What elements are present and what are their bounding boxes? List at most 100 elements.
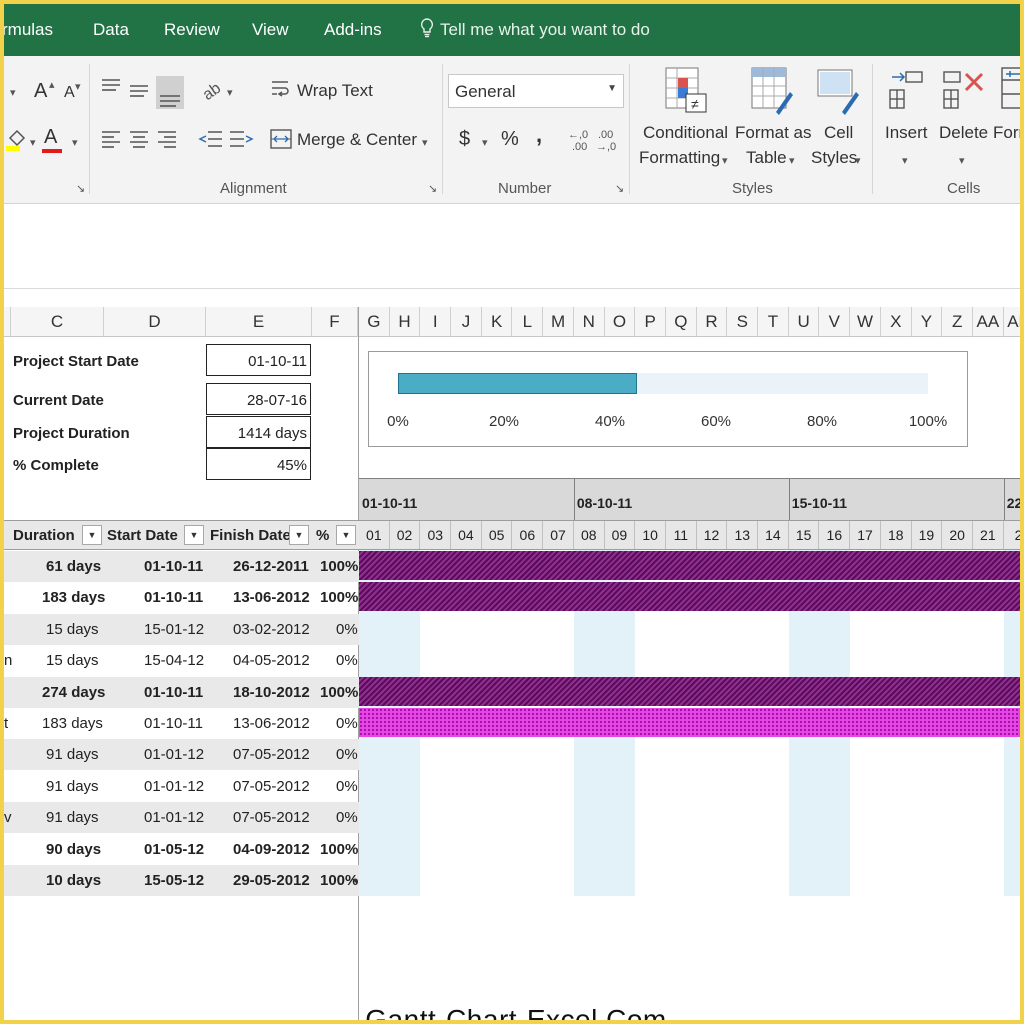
project-duration-value[interactable]: 1414 days — [206, 416, 311, 448]
font-size-dropdown-icon[interactable]: ▾ — [10, 86, 16, 99]
progress-chart[interactable]: 0% 20% 40% 60% 80% 100% — [368, 351, 968, 447]
column-header[interactable]: N — [574, 307, 605, 337]
column-header[interactable]: P — [635, 307, 666, 337]
fill-color-dropdown-icon[interactable]: ▾ — [30, 136, 36, 149]
column-header[interactable]: J — [451, 307, 482, 337]
font-launcher-icon[interactable]: ↘ — [76, 182, 85, 195]
column-header[interactable]: L — [513, 307, 544, 337]
table-row[interactable]: n 15 days 15-04-12 04-05-2012 0% — [4, 645, 359, 676]
horizontal-align-icons[interactable] — [100, 128, 186, 150]
column-header[interactable]: K — [482, 307, 513, 337]
grow-font-button[interactable]: A — [34, 80, 47, 103]
column-header[interactable]: D — [104, 307, 206, 337]
table-row[interactable]: 274 days 01-10-11 18-10-2012 100% — [4, 676, 359, 708]
currency-button[interactable]: $ — [459, 128, 470, 151]
vertical-align-icons[interactable] — [100, 76, 186, 110]
current-date-value[interactable]: 28-07-16 — [206, 383, 311, 415]
table-row[interactable]: v 91 days 01-01-12 07-05-2012 0% — [4, 802, 359, 834]
gantt-bar[interactable] — [359, 582, 1020, 612]
delete-cells-icon — [943, 71, 984, 109]
duration-filter-button[interactable]: ▼ — [82, 525, 102, 545]
insert-button[interactable]: Insert — [885, 123, 928, 143]
column-header[interactable]: W — [850, 307, 881, 337]
indent-icons[interactable] — [198, 128, 254, 150]
day-label: 12 — [697, 521, 728, 549]
cell-styles-label-1[interactable]: Cell — [824, 123, 853, 143]
column-header-b[interactable] — [4, 307, 11, 337]
font-color-button[interactable]: A — [44, 126, 57, 149]
shrink-font-button[interactable]: A — [64, 84, 75, 102]
column-header[interactable]: G — [359, 307, 390, 337]
format-as-table-label-2[interactable]: Table — [746, 148, 787, 168]
conditional-formatting-label-1[interactable]: Conditional — [643, 123, 728, 143]
insert-dropdown-icon[interactable]: ▾ — [902, 154, 908, 167]
conditional-formatting-dropdown-icon[interactable]: ▾ — [722, 154, 728, 167]
column-header[interactable]: V — [820, 307, 851, 337]
column-header[interactable]: R — [697, 307, 728, 337]
format-as-table-dropdown-icon[interactable]: ▾ — [789, 154, 795, 167]
finish-date-filter-button[interactable]: ▼ — [289, 525, 309, 545]
insert-cells-icon — [889, 71, 923, 109]
gantt-bar[interactable] — [359, 708, 1020, 737]
font-color-dropdown-icon[interactable]: ▾ — [72, 136, 78, 149]
format-as-table-label-1[interactable]: Format as — [735, 123, 812, 143]
tab-data[interactable]: Data — [93, 20, 129, 40]
percent-complete-value[interactable]: 45% — [206, 448, 311, 480]
gantt-bar[interactable] — [359, 551, 1020, 580]
tab-formulas[interactable]: rmulas — [4, 20, 53, 40]
tab-add-ins[interactable]: Add-ins — [324, 20, 382, 40]
column-header[interactable]: E — [206, 307, 312, 337]
tell-me-box[interactable]: Tell me what you want to do — [420, 18, 650, 40]
table-row[interactable]: 183 days 01-10-11 13-06-2012 100% — [4, 582, 359, 613]
column-header[interactable]: F — [312, 307, 358, 337]
delete-dropdown-icon[interactable]: ▾ — [959, 154, 965, 167]
decimal-icons[interactable]: ←,0.00 .00→,0 — [566, 126, 622, 154]
wrap-text-button[interactable]: Wrap Text — [297, 81, 373, 101]
day-label: 07 — [543, 521, 574, 549]
column-header[interactable]: C — [11, 307, 104, 337]
tab-review[interactable]: Review — [164, 20, 220, 40]
column-header[interactable]: T — [758, 307, 789, 337]
orientation-dropdown-icon[interactable]: ▾ — [227, 86, 233, 99]
column-header[interactable]: AA — [973, 307, 1004, 337]
table-row[interactable]: 91 days 01-01-12 07-05-2012 0% — [4, 771, 359, 802]
column-header[interactable]: X — [881, 307, 912, 337]
conditional-formatting-label-2[interactable]: Formatting — [639, 148, 720, 168]
delete-button[interactable]: Delete — [939, 123, 988, 143]
column-header[interactable]: Y — [912, 307, 943, 337]
column-header[interactable]: S — [727, 307, 759, 337]
table-row[interactable]: 61 days 01-10-11 26-12-2011 100% — [4, 551, 359, 582]
column-header[interactable]: H — [390, 307, 421, 337]
column-header[interactable]: O — [605, 307, 636, 337]
column-header[interactable]: Q — [666, 307, 697, 337]
percent-filter-button[interactable]: ▼ — [336, 525, 356, 545]
table-row[interactable]: 15 days 15-01-12 03-02-2012 0% — [4, 613, 359, 645]
alignment-launcher-icon[interactable]: ↘ — [428, 182, 437, 195]
start-date-filter-button[interactable]: ▼ — [184, 525, 204, 545]
cell-styles-label-2[interactable]: Styles — [811, 148, 857, 168]
column-header[interactable]: U — [789, 307, 820, 337]
orientation-icon[interactable]: ab — [200, 78, 226, 102]
currency-dropdown-icon[interactable]: ▾ — [482, 136, 488, 149]
column-header[interactable]: Z — [942, 307, 973, 337]
number-launcher-icon[interactable]: ↘ — [615, 182, 624, 195]
column-header[interactable]: AE — [1004, 307, 1020, 337]
table-row[interactable]: t 183 days 01-10-11 13-06-2012 0% — [4, 708, 359, 739]
cell-styles-dropdown-icon[interactable]: ▾ — [855, 154, 861, 167]
tab-view[interactable]: View — [252, 20, 289, 40]
table-row[interactable]: 10 days 15-05-12 29-05-2012 100% — [4, 865, 359, 896]
format-button[interactable]: Form — [993, 123, 1020, 143]
percent-button[interactable]: % — [501, 128, 519, 151]
table-row[interactable]: 90 days 01-05-12 04-09-2012 100% — [4, 834, 359, 865]
gantt-bar[interactable] — [359, 676, 1020, 706]
column-header[interactable]: I — [420, 307, 452, 337]
comma-button[interactable]: , — [536, 122, 542, 148]
project-start-value[interactable]: 01-10-11 — [206, 344, 311, 376]
number-format-dropdown[interactable]: General ▼ — [448, 74, 624, 108]
fill-color-icon[interactable] — [6, 128, 32, 152]
merge-center-button[interactable]: Merge & Center — [297, 130, 417, 150]
percent-cell: 0% — [336, 777, 358, 795]
table-row[interactable]: 91 days 01-01-12 07-05-2012 0% — [4, 739, 359, 771]
column-header[interactable]: M — [543, 307, 574, 337]
merge-dropdown-icon[interactable]: ▾ — [422, 136, 428, 149]
